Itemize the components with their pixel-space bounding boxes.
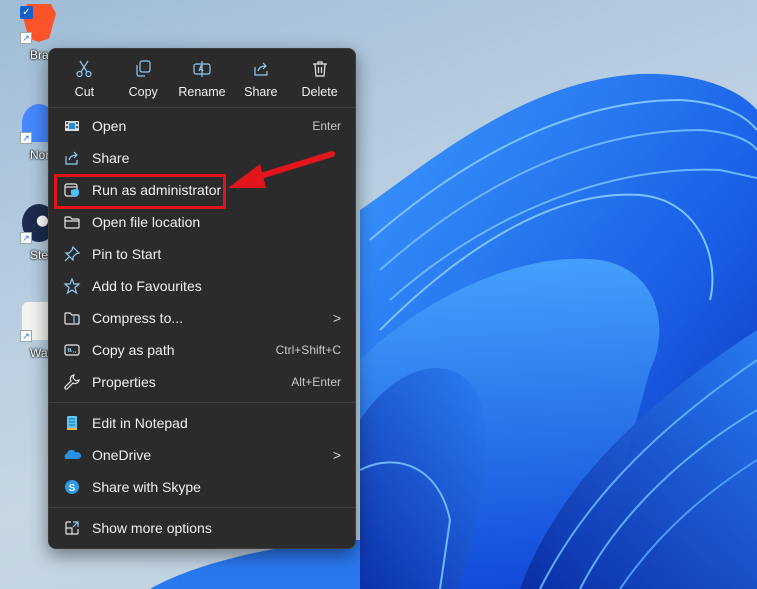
menu-item-compress-to[interactable]: Compress to... > bbox=[49, 302, 355, 334]
share-label: Share bbox=[244, 85, 278, 99]
menu-item-add-to-favourites[interactable]: Add to Favourites bbox=[49, 270, 355, 302]
rename-button[interactable]: Rename bbox=[173, 49, 232, 107]
shortcut-arrow-icon: ↗ bbox=[20, 32, 32, 44]
open-icon bbox=[63, 117, 81, 135]
zip-folder-icon bbox=[63, 309, 81, 327]
share-toolbar-button[interactable]: Share bbox=[231, 49, 290, 107]
menu-item-label: Pin to Start bbox=[92, 246, 162, 262]
menu-item-label: Share with Skype bbox=[92, 479, 201, 495]
share-icon bbox=[63, 149, 81, 167]
menu-item-label: Add to Favourites bbox=[92, 278, 202, 294]
menu-item-label: Compress to... bbox=[92, 310, 184, 326]
cut-label: Cut bbox=[74, 85, 95, 99]
context-menu-toolbar: Cut Copy Rename Share Delete bbox=[49, 49, 355, 107]
scissors-icon bbox=[76, 60, 92, 78]
menu-item-label: Run as administrator bbox=[92, 182, 222, 198]
menu-item-label: Edit in Notepad bbox=[92, 415, 188, 431]
menu-item-open[interactable]: Open Enter bbox=[49, 110, 355, 142]
skype-icon: S bbox=[63, 478, 81, 496]
chevron-right-icon: > bbox=[332, 310, 341, 326]
menu-item-edit-in-notepad[interactable]: Edit in Notepad bbox=[49, 407, 355, 439]
selection-checkbox[interactable]: ✓ bbox=[20, 6, 33, 19]
pin-icon bbox=[63, 245, 81, 263]
copy-button[interactable]: Copy bbox=[114, 49, 173, 107]
path-icon bbox=[63, 341, 81, 359]
wrench-icon bbox=[63, 373, 81, 391]
delete-button[interactable]: Delete bbox=[290, 49, 349, 107]
trash-icon bbox=[312, 61, 327, 77]
chevron-right-icon: > bbox=[332, 447, 341, 463]
copy-icon bbox=[136, 60, 151, 77]
expand-icon bbox=[63, 519, 81, 537]
copy-label: Copy bbox=[128, 85, 158, 99]
notepad-icon bbox=[63, 414, 81, 432]
menu-item-run-as-administrator[interactable]: Run as administrator bbox=[49, 174, 355, 206]
menu-item-label: Properties bbox=[92, 374, 156, 390]
menu-item-label: Share bbox=[92, 150, 130, 166]
folder-icon bbox=[63, 213, 81, 231]
menu-item-label: Copy as path bbox=[92, 342, 175, 358]
rename-label: Rename bbox=[178, 85, 226, 99]
delete-label: Delete bbox=[301, 85, 338, 99]
svg-text:S: S bbox=[69, 483, 76, 494]
shortcut-arrow-icon: ↗ bbox=[20, 132, 32, 144]
menu-item-label: OneDrive bbox=[92, 447, 152, 463]
shortcut-arrow-icon: ↗ bbox=[20, 232, 32, 244]
shortcut-arrow-icon: ↗ bbox=[20, 330, 32, 342]
star-icon bbox=[63, 277, 81, 295]
rename-icon bbox=[193, 61, 211, 77]
context-menu: Cut Copy Rename Share Delete Open Enter … bbox=[48, 48, 356, 549]
menu-item-label: Open bbox=[92, 118, 127, 134]
admin-shield-icon bbox=[63, 181, 81, 199]
menu-item-label: Show more options bbox=[92, 520, 212, 536]
menu-item-onedrive[interactable]: OneDrive > bbox=[49, 439, 355, 471]
menu-item-share-with-skype[interactable]: S Share with Skype bbox=[49, 471, 355, 503]
menu-item-label: Open file location bbox=[92, 214, 201, 230]
menu-item-share[interactable]: Share bbox=[49, 142, 355, 174]
menu-item-pin-to-start[interactable]: Pin to Start bbox=[49, 238, 355, 270]
cut-button[interactable]: Cut bbox=[55, 49, 114, 107]
desktop-icon-label: Bra bbox=[30, 48, 49, 62]
onedrive-icon bbox=[63, 446, 81, 464]
shortcut-text: Ctrl+Shift+C bbox=[275, 343, 341, 357]
menu-item-properties[interactable]: Properties Alt+Enter bbox=[49, 366, 355, 398]
shortcut-text: Enter bbox=[312, 119, 341, 133]
shortcut-text: Alt+Enter bbox=[291, 375, 341, 389]
share-icon bbox=[254, 62, 268, 76]
menu-item-open-file-location[interactable]: Open file location bbox=[49, 206, 355, 238]
menu-item-copy-as-path[interactable]: Copy as path Ctrl+Shift+C bbox=[49, 334, 355, 366]
menu-item-show-more-options[interactable]: Show more options bbox=[49, 512, 355, 544]
